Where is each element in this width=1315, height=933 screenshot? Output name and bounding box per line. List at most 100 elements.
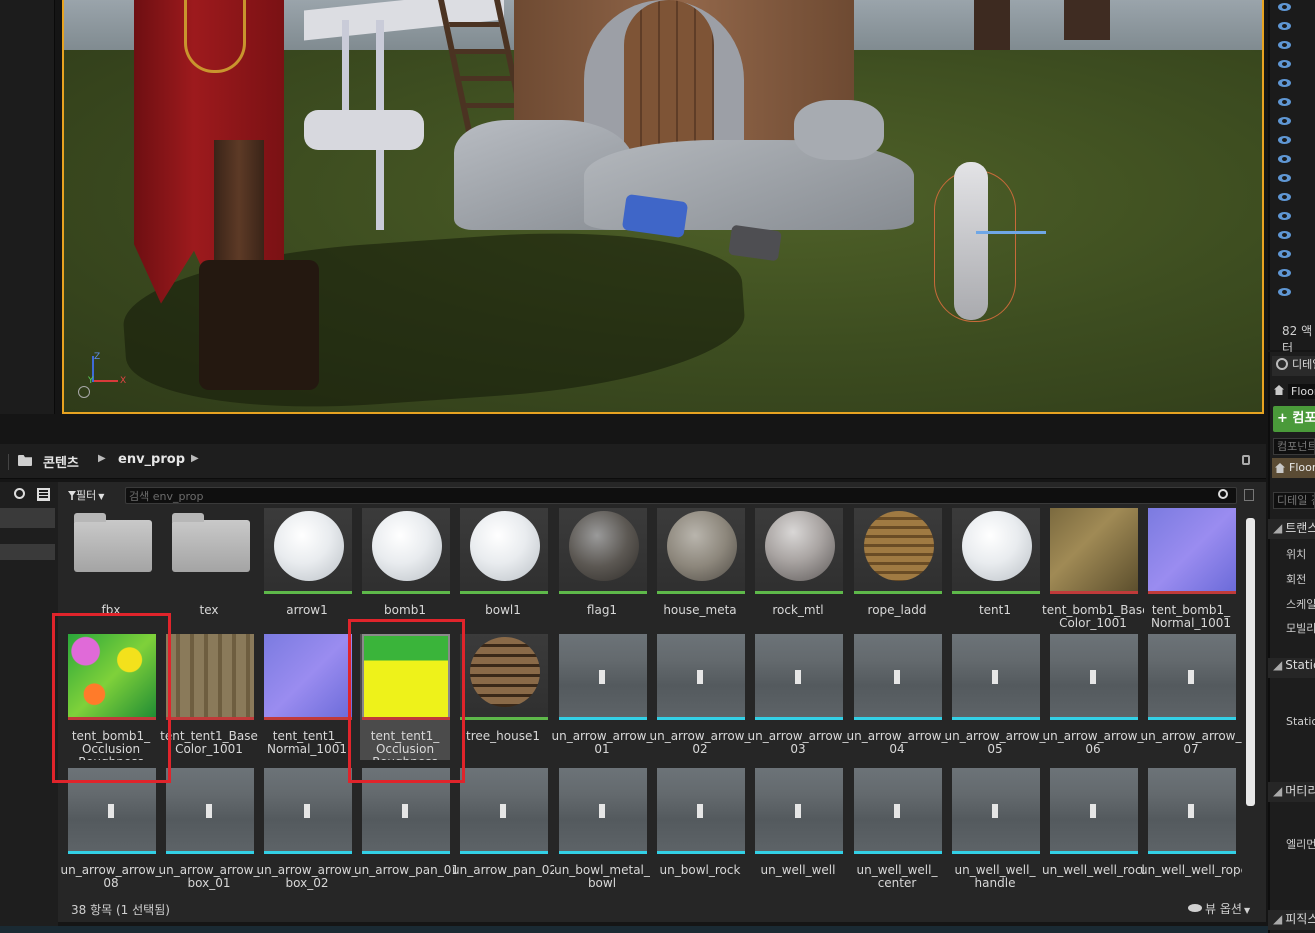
asset-tile[interactable]: un_arrow_arrow_ box_01 bbox=[158, 768, 260, 894]
level-viewport[interactable]: Z Y X bbox=[62, 0, 1264, 414]
player-mannequin[interactable] bbox=[954, 162, 988, 320]
asset-tile[interactable]: tent_tent1_Base Color_1001 bbox=[160, 634, 258, 760]
forward-arrow bbox=[976, 231, 1046, 234]
component-search-input[interactable]: 컴포넌트 검색 bbox=[1273, 438, 1315, 455]
visibility-eye-icon[interactable] bbox=[1278, 174, 1291, 182]
asset-tile[interactable]: tent_bomb1_ Normal_1001 bbox=[1146, 508, 1236, 634]
asset-label: tent_tent1_ Normal_1001 bbox=[267, 730, 347, 756]
asset-type-bar bbox=[460, 717, 548, 720]
save-search-icon[interactable] bbox=[1244, 489, 1254, 501]
mesh-shape bbox=[599, 804, 605, 818]
breadcrumb-separator-icon[interactable]: ▶ bbox=[191, 453, 199, 464]
asset-search-input[interactable]: 검색 env_prop bbox=[125, 487, 1237, 504]
asset-tile[interactable]: tent1 bbox=[950, 508, 1040, 634]
mesh-shape bbox=[1090, 804, 1096, 818]
search-icon[interactable] bbox=[14, 488, 25, 499]
lock-icon[interactable] bbox=[1242, 455, 1250, 465]
asset-thumbnail bbox=[460, 634, 548, 720]
folder-open-icon[interactable] bbox=[18, 455, 32, 466]
visibility-eye-icon[interactable] bbox=[1278, 155, 1291, 163]
root-component-row[interactable]: Floor bbox=[1272, 458, 1315, 478]
asset-tile[interactable]: un_arrow_arrow_ 05 bbox=[944, 634, 1046, 760]
asset-tile[interactable]: rock_mtl bbox=[753, 508, 843, 634]
visibility-eye-icon[interactable] bbox=[1278, 41, 1291, 49]
visibility-eye-icon[interactable] bbox=[1278, 269, 1291, 277]
asset-tile[interactable]: un_well_well_ center bbox=[852, 768, 942, 894]
search-icon[interactable] bbox=[1218, 489, 1228, 499]
visibility-eye-icon[interactable] bbox=[1278, 22, 1291, 30]
filter-label: 필터 bbox=[76, 489, 97, 502]
asset-tile[interactable]: un_arrow_arrow_ box_02 bbox=[256, 768, 358, 894]
asset-type-bar bbox=[755, 851, 843, 854]
mesh-shape bbox=[1188, 670, 1194, 684]
visibility-eye-icon[interactable] bbox=[1278, 136, 1291, 144]
folder-icon bbox=[74, 513, 152, 572]
visibility-eye-icon[interactable] bbox=[1278, 231, 1291, 239]
asset-tile[interactable]: rope_ladd bbox=[852, 508, 942, 634]
visibility-eye-icon[interactable] bbox=[1278, 288, 1291, 296]
visibility-eye-icon[interactable] bbox=[1278, 3, 1291, 11]
visibility-eye-icon[interactable] bbox=[1278, 117, 1291, 125]
visibility-eye-icon[interactable] bbox=[1278, 250, 1291, 258]
asset-tile[interactable]: un_arrow_arrow_ 06 bbox=[1042, 634, 1144, 760]
tab-details[interactable]: 디테일 bbox=[1272, 356, 1315, 376]
filter-button[interactable]: 필터 ▼ bbox=[68, 487, 104, 503]
section-materials-label: 머티리얼 bbox=[1285, 784, 1315, 798]
add-component-button[interactable]: + 컴포넌트 추가 bbox=[1273, 406, 1315, 432]
asset-tile[interactable]: tent_bomb1_Base Color_1001 bbox=[1042, 508, 1144, 634]
sources-item[interactable] bbox=[0, 508, 55, 528]
asset-tile[interactable]: un_bowl_metal_ bowl bbox=[554, 768, 650, 894]
details-search-input[interactable]: 디테일 검색 bbox=[1273, 492, 1315, 509]
visibility-eye-icon[interactable] bbox=[1278, 98, 1291, 106]
asset-tile[interactable]: bomb1 bbox=[360, 508, 450, 634]
folder-tile[interactable]: tex bbox=[164, 508, 254, 634]
level-side-panel bbox=[0, 0, 55, 414]
asset-tile[interactable]: house_meta bbox=[655, 508, 745, 634]
asset-tile[interactable]: flag1 bbox=[557, 508, 647, 634]
asset-thumbnail bbox=[952, 768, 1040, 854]
asset-tile[interactable]: un_arrow_arrow_ 01 bbox=[551, 634, 653, 760]
asset-thumbnail bbox=[559, 634, 647, 720]
visibility-eye-icon[interactable] bbox=[1278, 79, 1291, 87]
asset-tile[interactable]: un_arrow_arrow_ 07 bbox=[1140, 634, 1242, 760]
asset-type-bar bbox=[952, 851, 1040, 854]
breadcrumb-separator-icon[interactable]: ▶ bbox=[98, 453, 106, 464]
asset-tile[interactable]: un_well_well bbox=[753, 768, 843, 894]
asset-label: un_well_well_ center bbox=[856, 864, 938, 890]
mesh-shape bbox=[992, 670, 998, 684]
actor-icon bbox=[1274, 385, 1284, 395]
asset-type-bar bbox=[362, 591, 450, 594]
asset-tile[interactable]: un_arrow_pan_01 bbox=[354, 768, 456, 894]
asset-tile[interactable]: un_well_well_ handle bbox=[950, 768, 1040, 894]
asset-tile[interactable]: un_well_well_rock bbox=[1042, 768, 1144, 894]
list-view-icon[interactable] bbox=[37, 488, 50, 501]
asset-tile[interactable]: un_arrow_arrow_ 08 bbox=[60, 768, 162, 894]
asset-view-scrollbar[interactable] bbox=[1246, 518, 1255, 806]
section-static-mesh[interactable]: ◢Static Mesh bbox=[1268, 658, 1315, 678]
asset-tile[interactable]: tent_tent1_ Normal_1001 bbox=[262, 634, 352, 760]
asset-tile[interactable]: un_arrow_arrow_ 04 bbox=[846, 634, 948, 760]
visibility-eye-icon[interactable] bbox=[1278, 193, 1291, 201]
asset-tile[interactable]: un_arrow_pan_02 bbox=[452, 768, 554, 894]
breadcrumb-env-prop[interactable]: env_prop bbox=[118, 452, 185, 467]
breadcrumb-content[interactable]: 콘텐츠 bbox=[43, 452, 79, 471]
asset-tile[interactable]: un_arrow_arrow_ 02 bbox=[649, 634, 751, 760]
asset-tile[interactable]: tree_house1 bbox=[458, 634, 548, 760]
section-transform[interactable]: ◢트랜스폼 bbox=[1268, 519, 1315, 539]
asset-tile[interactable]: bowl1 bbox=[458, 508, 548, 634]
asset-label: un_bowl_rock bbox=[659, 864, 741, 877]
section-materials[interactable]: ◢머티리얼 bbox=[1268, 782, 1315, 802]
asset-tile[interactable]: arrow1 bbox=[262, 508, 352, 634]
visibility-eye-icon[interactable] bbox=[1278, 60, 1291, 68]
asset-tile[interactable]: un_well_well_rope bbox=[1140, 768, 1242, 894]
help-icon[interactable] bbox=[78, 386, 90, 398]
view-options-button[interactable]: 뷰 옵션 ▼ bbox=[1188, 900, 1250, 917]
filter-icon bbox=[68, 491, 76, 500]
axis-y-label: Y bbox=[88, 376, 94, 386]
visibility-eye-icon[interactable] bbox=[1278, 212, 1291, 220]
section-physics[interactable]: ◢ 피직스 bbox=[1268, 910, 1315, 930]
actor-name-field[interactable]: Floor bbox=[1288, 384, 1315, 399]
asset-tile[interactable]: un_bowl_rock bbox=[655, 768, 745, 894]
sources-item[interactable] bbox=[0, 544, 55, 560]
asset-tile[interactable]: un_arrow_arrow_ 03 bbox=[747, 634, 849, 760]
